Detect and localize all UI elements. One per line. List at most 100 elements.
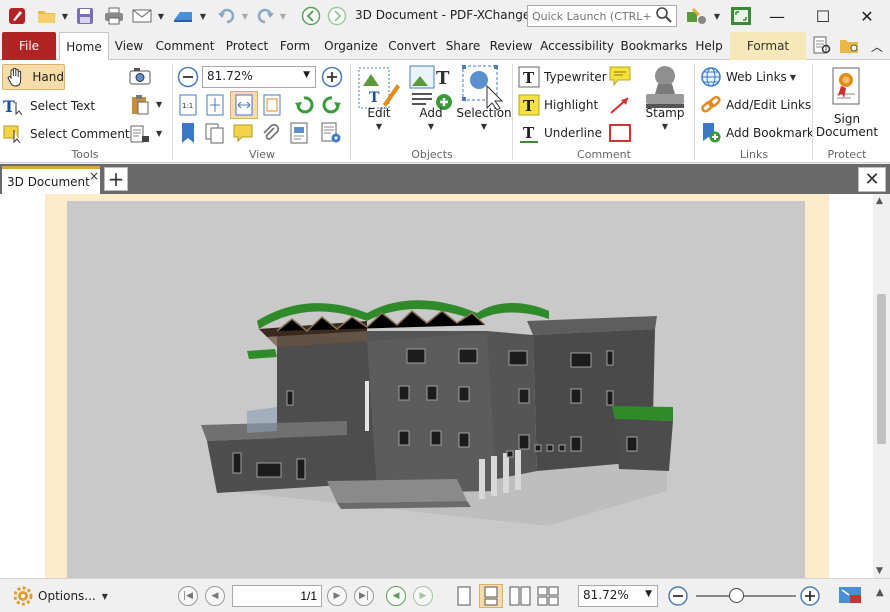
vertical-scrollbar[interactable]: ▲ ▼	[873, 194, 890, 578]
document-tab[interactable]: 3D Document ×	[2, 166, 100, 194]
fit-visible-icon[interactable]	[260, 93, 284, 117]
undo-dropdown-icon[interactable]: ▼	[240, 5, 250, 27]
add-objects-button[interactable]: T Add ▼	[406, 64, 456, 133]
clipboard-dropdown-icon[interactable]: ▼	[156, 129, 162, 138]
maximize-button[interactable]: ☐	[800, 0, 846, 32]
arrow-tool-icon[interactable]	[608, 93, 632, 117]
tab-help[interactable]: Help	[692, 32, 726, 60]
3d-building-model[interactable]	[67, 201, 805, 578]
zoom-in-status-icon[interactable]	[798, 584, 822, 608]
underline-button[interactable]: T Underline	[518, 121, 602, 145]
search-icon[interactable]	[655, 6, 675, 26]
close-tab-icon[interactable]: ×	[89, 169, 99, 183]
scan-icon[interactable]	[170, 5, 196, 27]
email-dropdown-icon[interactable]: ▼	[156, 5, 166, 27]
tab-view[interactable]: View	[112, 32, 146, 60]
tab-share[interactable]: Share	[442, 32, 484, 60]
open-folder-icon[interactable]	[36, 5, 58, 27]
web-links-button[interactable]: Web Links ▼	[700, 65, 796, 89]
scan-dropdown-icon[interactable]: ▼	[198, 5, 208, 27]
edit-objects-button[interactable]: T Edit ▼	[354, 64, 404, 133]
options-button[interactable]: Options... ▼	[12, 585, 108, 607]
tab-format[interactable]: Format	[730, 32, 806, 60]
folder-search-icon[interactable]	[838, 35, 862, 57]
zoom-out-icon[interactable]	[176, 65, 200, 89]
print-icon[interactable]	[102, 5, 126, 27]
tab-organize[interactable]: Organize	[322, 32, 380, 60]
thumbnails-icon[interactable]	[203, 121, 227, 145]
collapse-ribbon-icon[interactable]: ︿	[868, 35, 886, 57]
typewriter-button[interactable]: T Typewriter	[518, 65, 607, 89]
tab-accessibility[interactable]: Accessibility	[538, 32, 616, 60]
scroll-up-icon[interactable]: ▲	[876, 196, 883, 206]
zoom-slider-track[interactable]	[696, 595, 796, 597]
continuous-facing-icon[interactable]	[536, 584, 560, 608]
bookmark-icon[interactable]	[176, 121, 200, 145]
add-bookmark-button[interactable]: Add Bookmark	[700, 121, 814, 145]
forward-view-icon[interactable]: ▶	[413, 586, 433, 606]
close-button[interactable]: ✕	[844, 0, 890, 32]
open-dropdown-icon[interactable]: ▼	[60, 5, 70, 27]
attachments-icon[interactable]	[258, 121, 282, 145]
zoom-slider-thumb[interactable]	[729, 588, 744, 603]
new-tab-button[interactable]: +	[104, 167, 128, 191]
sticky-note-icon[interactable]	[608, 64, 632, 88]
clipboard-icon[interactable]	[128, 122, 152, 146]
actual-size-icon[interactable]: 1:1	[176, 93, 200, 117]
zoom-level-select[interactable]: 81.72% ▼	[202, 66, 316, 88]
customize-tools-icon[interactable]	[684, 5, 710, 27]
pdf-badge-icon[interactable]	[838, 583, 862, 607]
zoom-out-status-icon[interactable]	[666, 584, 690, 608]
customize-dropdown-icon[interactable]: ▼	[712, 5, 722, 27]
properties-icon[interactable]	[287, 121, 311, 145]
tab-protect[interactable]: Protect	[222, 32, 272, 60]
document-settings-icon[interactable]	[319, 121, 343, 145]
comments-pane-icon[interactable]	[231, 121, 255, 145]
tab-review[interactable]: Review	[486, 32, 536, 60]
tab-bookmarks[interactable]: Bookmarks	[618, 32, 690, 60]
hand-tool-button[interactable]: Hand	[2, 64, 65, 90]
paste-icon[interactable]	[128, 93, 152, 117]
previous-page-icon[interactable]: ◀	[205, 586, 225, 606]
last-page-icon[interactable]: ▶|	[354, 586, 374, 606]
sign-document-button[interactable]: Sign Document	[814, 66, 880, 139]
close-document-button[interactable]: ✕	[858, 167, 886, 192]
tab-convert[interactable]: Convert	[384, 32, 440, 60]
paste-dropdown-icon[interactable]: ▼	[156, 100, 162, 109]
redo-dropdown-icon[interactable]: ▼	[278, 5, 288, 27]
select-text-button[interactable]: T Select Text	[2, 94, 95, 118]
zoom-status-select[interactable]: 81.72% ▼	[578, 585, 658, 607]
scroll-down-icon[interactable]: ▼	[876, 566, 883, 576]
back-icon[interactable]	[300, 5, 322, 27]
fullscreen-icon[interactable]	[728, 5, 754, 27]
stamp-button[interactable]: Stamp ▼	[640, 64, 690, 133]
facing-pages-icon[interactable]	[508, 584, 532, 608]
3d-viewport[interactable]	[67, 201, 805, 578]
snapshot-icon[interactable]	[128, 64, 152, 88]
add-edit-links-button[interactable]: Add/Edit Links	[700, 93, 811, 117]
back-view-icon[interactable]: ◀	[386, 586, 406, 606]
email-icon[interactable]	[130, 5, 154, 27]
rotate-left-icon[interactable]	[292, 93, 316, 117]
app-logo-icon[interactable]	[6, 5, 28, 27]
tab-comment[interactable]: Comment	[152, 32, 218, 60]
tab-form[interactable]: Form	[276, 32, 314, 60]
selection-button[interactable]: Selection ▼	[456, 64, 512, 133]
fit-width-icon[interactable]	[230, 91, 258, 119]
minimize-button[interactable]: —	[754, 0, 800, 32]
single-page-icon[interactable]	[452, 584, 476, 608]
tab-home[interactable]: Home	[59, 32, 109, 61]
select-comments-button[interactable]: Select Comments	[2, 122, 136, 146]
scrollbar-thumb[interactable]	[877, 294, 886, 444]
highlight-button[interactable]: T Highlight	[518, 93, 598, 117]
zoom-in-icon[interactable]	[320, 65, 344, 89]
find-icon[interactable]	[810, 35, 834, 57]
undo-icon[interactable]	[216, 5, 238, 27]
forward-icon[interactable]	[326, 5, 348, 27]
first-page-icon[interactable]: |◀	[178, 586, 198, 606]
redo-icon[interactable]	[254, 5, 276, 27]
page-number-input[interactable]	[232, 585, 322, 607]
rotate-right-icon[interactable]	[320, 93, 344, 117]
continuous-page-icon[interactable]	[479, 584, 503, 608]
rectangle-tool-icon[interactable]	[608, 121, 632, 145]
